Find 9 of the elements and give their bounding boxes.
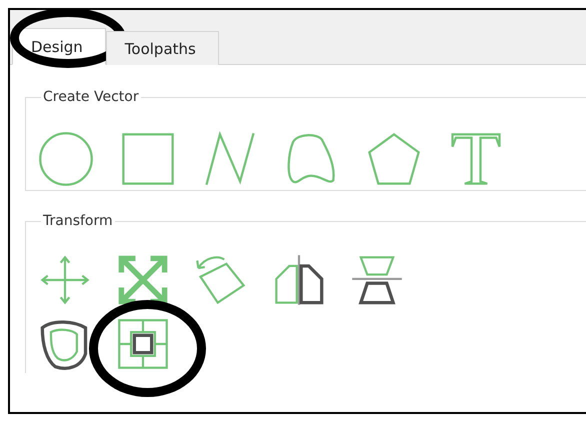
circle-tool-button[interactable] <box>38 131 94 187</box>
polygon-tool-button[interactable] <box>366 131 422 187</box>
group-title: Create Vector <box>42 89 140 105</box>
group-title: Transform <box>42 213 114 229</box>
rectangle-tool-button[interactable] <box>120 131 176 187</box>
tab[interactable]: Toolpaths <box>106 31 219 65</box>
circle-icon <box>38 131 94 187</box>
polygon-icon <box>366 131 422 187</box>
rectangle-icon <box>120 131 176 187</box>
